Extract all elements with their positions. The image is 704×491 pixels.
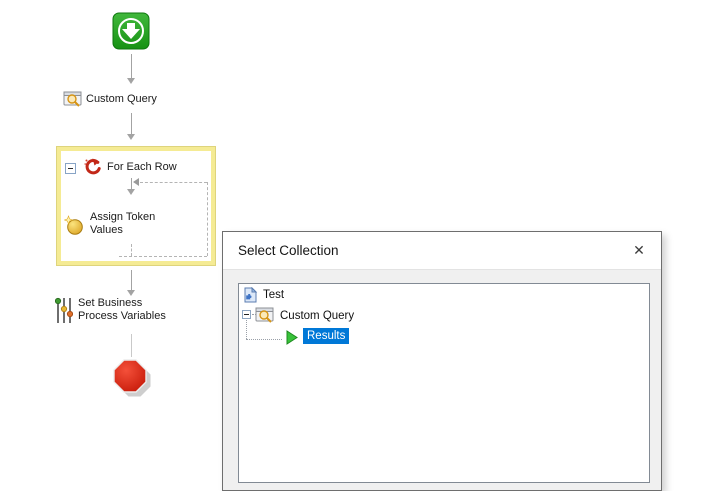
flow-connector-line [131, 334, 132, 357]
set-bpv-node[interactable]: Set Business Process Variables [55, 294, 185, 328]
close-icon[interactable]: ✕ [617, 232, 661, 269]
dialog-title: Select Collection [238, 243, 339, 258]
collapse-toggle[interactable] [65, 163, 76, 174]
query-icon [255, 307, 274, 323]
loop-dashed-path [140, 182, 207, 183]
query-icon [63, 91, 82, 107]
tree-item-custom-query[interactable]: Custom Query [280, 309, 354, 323]
loop-entry-arrow [127, 178, 135, 195]
tree-connector [246, 320, 247, 339]
assign-token-label-line2: Values [90, 224, 123, 236]
play-icon [286, 330, 298, 345]
flow-connector-arrow [127, 54, 135, 84]
start-icon [112, 12, 150, 50]
flow-connector-arrow [127, 113, 135, 140]
dialog-titlebar[interactable]: Select Collection ✕ [223, 232, 661, 270]
loop-dashed-path [131, 244, 132, 256]
start-node[interactable] [112, 12, 150, 50]
tree-item-test[interactable]: Test [263, 288, 284, 302]
tree-connector [246, 339, 282, 340]
sliders-icon [55, 297, 73, 323]
loop-dashed-path [207, 182, 208, 256]
custom-query-node[interactable]: Custom Query [63, 90, 163, 110]
stop-icon [113, 359, 151, 397]
loop-back-arrowhead [133, 178, 139, 186]
select-collection-dialog: Select Collection ✕ Test Custom Query Re… [222, 231, 662, 491]
for-each-row-node[interactable]: For Each Row Assign Token Values [56, 146, 216, 266]
for-each-row-label: For Each Row [107, 161, 177, 173]
flow-connector-arrow [127, 270, 135, 296]
token-coin-icon [64, 215, 83, 235]
assign-token-label-line1: Assign Token [90, 211, 156, 223]
loop-icon [84, 158, 101, 175]
set-bpv-label-line1: Set Business [78, 297, 143, 309]
set-bpv-label-line2: Process Variables [78, 310, 166, 322]
tree-item-results[interactable]: Results [303, 328, 350, 344]
stop-node[interactable] [110, 356, 152, 398]
collection-tree[interactable]: Test Custom Query Results [238, 283, 650, 483]
workflow-file-icon [244, 287, 258, 303]
tree-expander-custom-query[interactable] [242, 310, 251, 319]
custom-query-label: Custom Query [86, 93, 157, 105]
loop-dashed-path [119, 256, 207, 257]
